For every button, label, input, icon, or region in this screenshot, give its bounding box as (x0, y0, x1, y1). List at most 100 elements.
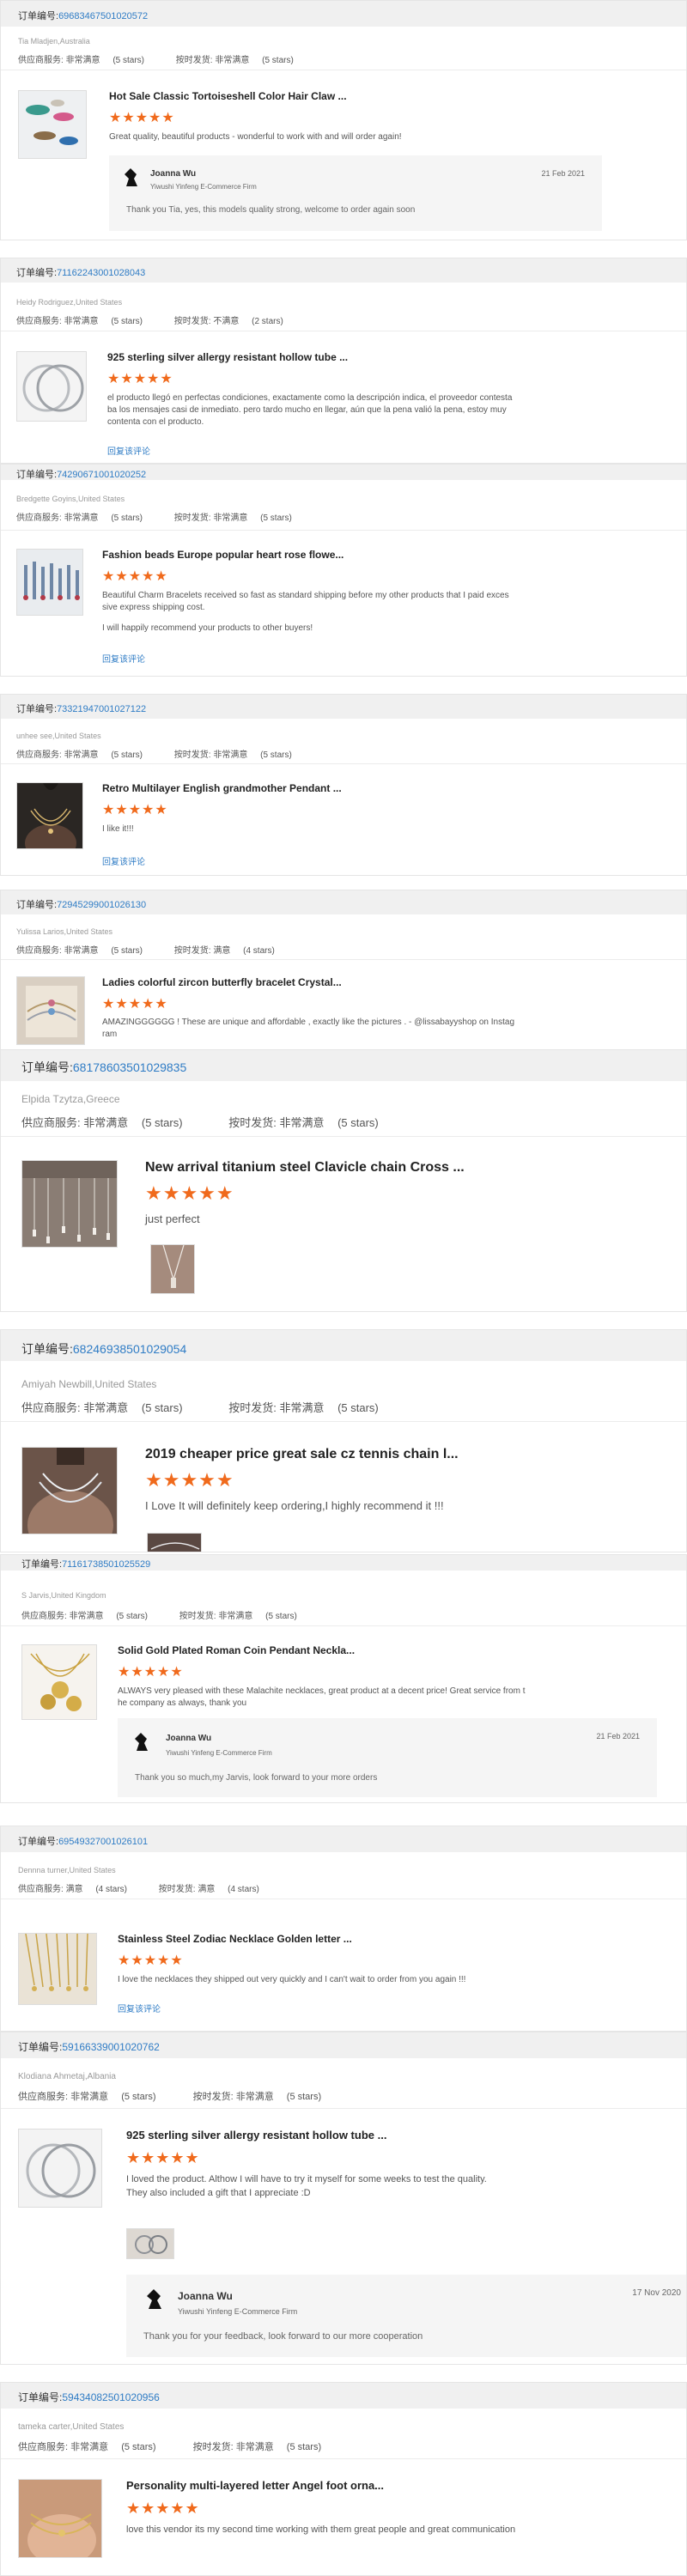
product-title[interactable]: 2019 cheaper price great sale cz tennis … (145, 1447, 459, 1462)
shipping-stars: (5 stars) (337, 1116, 379, 1129)
review-photo[interactable] (126, 2228, 174, 2259)
shipping-value: 非常满意 (215, 56, 250, 65)
review-text-line-2: ba los mensajes casi de inmediato. pero … (107, 405, 507, 415)
reply-date: 17 Nov 2020 (632, 2288, 681, 2298)
charm-bracelets-image (17, 550, 82, 615)
product-thumbnail[interactable] (16, 351, 87, 422)
seller-name: Joanna Wu (150, 169, 197, 179)
review-text: I Love It will definitely keep ordering,… (145, 1499, 444, 1512)
order-number-label: 订单编号: (16, 470, 58, 480)
order-number-link[interactable]: 73321947001027122 (57, 704, 146, 714)
product-thumbnail[interactable] (21, 1160, 118, 1248)
review-text: I like it!!! (102, 824, 134, 834)
service-label: 供应商服务: (21, 1612, 67, 1621)
reply-review-link[interactable]: 回复该评论 (102, 652, 145, 665)
review-photo-image (127, 2229, 173, 2258)
review-text-line-1: I loved the product. Althow I will have … (126, 2174, 487, 2184)
order-number-link[interactable]: 71161738501025529 (62, 1559, 150, 1570)
reply-review-link[interactable]: 回复该评论 (102, 854, 145, 867)
shipping-stars: (5 stars) (260, 750, 292, 760)
order-number-link[interactable]: 68178603501029835 (73, 1060, 186, 1074)
product-title[interactable]: Ladies colorful zircon butterfly bracele… (102, 976, 342, 988)
product-thumbnail[interactable] (21, 1447, 118, 1534)
order-number-label: 订单编号: (16, 268, 58, 278)
service-value: 非常满意 (69, 1612, 104, 1621)
product-thumbnail[interactable] (18, 2129, 102, 2208)
product-thumbnail[interactable] (18, 2479, 102, 2558)
shipping-stars: (4 stars) (243, 946, 275, 956)
order-number-link[interactable]: 69683467501020572 (58, 11, 148, 21)
order-number-link[interactable]: 59434082501020956 (62, 2391, 159, 2403)
shipping-stars: (5 stars) (262, 56, 294, 65)
service-label: 供应商服务: (16, 946, 62, 956)
order-number-link[interactable]: 74290671001020252 (57, 470, 146, 480)
order-number-label: 订单编号: (16, 900, 58, 910)
product-title[interactable]: New arrival titanium steel Clavicle chai… (145, 1160, 465, 1176)
product-title[interactable]: Retro Multilayer English grandmother Pen… (102, 782, 342, 794)
review-stars: ★★★★★ (109, 111, 175, 125)
shipping-stars: (5 stars) (265, 1612, 297, 1621)
shipping-label: 按时发货: (228, 1401, 277, 1414)
review-stars: ★★★★★ (126, 2149, 200, 2166)
order-number: 订单编号:69683467501020572 (18, 9, 148, 22)
review-stars: ★★★★★ (145, 1469, 234, 1491)
seller-logo-icon (123, 167, 138, 192)
order-number-link[interactable]: 72945299001026130 (57, 900, 146, 910)
shipping-value: 不满意 (213, 317, 240, 326)
review-stars: ★★★★★ (118, 1665, 184, 1680)
order-number-link[interactable]: 69549327001026101 (58, 1837, 148, 1847)
review-text-line-2: They also included a gift that I appreci… (126, 2188, 311, 2198)
product-title[interactable]: Personality multi-layered letter Angel f… (126, 2479, 384, 2492)
review-stars: ★★★★★ (145, 1182, 234, 1204)
service-stars: (5 stars) (116, 1612, 149, 1621)
service-stars: (5 stars) (121, 2092, 156, 2102)
service-label: 供应商服务: (16, 317, 62, 326)
product-title[interactable]: Fashion beads Europe popular heart rose … (102, 549, 344, 561)
rating-summary: 供应商服务: 非常满意 (5 stars) 按时发货: 非常满意 (5 star… (18, 2439, 321, 2453)
service-value: 非常满意 (64, 317, 99, 326)
product-thumbnail[interactable] (18, 1933, 97, 2005)
review-stars: ★★★★★ (102, 997, 168, 1012)
product-thumbnail[interactable] (16, 782, 83, 849)
order-number-link[interactable]: 68246938501029054 (73, 1342, 186, 1356)
product-thumbnail[interactable] (21, 1644, 97, 1720)
order-number: 订单编号:71161738501025529 (21, 1557, 150, 1571)
seller-reply: Joanna Wu Yiwushi Yinfeng E-Commerce Fir… (109, 155, 602, 231)
service-label: 供应商服务: (16, 750, 62, 760)
product-thumbnail[interactable] (18, 90, 87, 159)
divider (1, 1136, 686, 1137)
product-title[interactable]: Stainless Steel Zodiac Necklace Golden l… (118, 1933, 352, 1945)
buyer-name: Yulissa Larios,United States (16, 927, 113, 936)
product-title[interactable]: 925 sterling silver allergy resistant ho… (126, 2129, 386, 2142)
service-value: 非常满意 (70, 2092, 109, 2102)
shipping-label: 按时发货: (179, 1612, 216, 1621)
order-number-label: 订单编号: (18, 2041, 63, 2053)
service-stars: (5 stars) (141, 1116, 183, 1129)
reply-review-link[interactable]: 回复该评论 (107, 444, 150, 457)
product-title[interactable]: Solid Gold Plated Roman Coin Pendant Nec… (118, 1644, 355, 1656)
reply-review-link[interactable]: 回复该评论 (118, 2002, 161, 2014)
seller-logo-icon (133, 1732, 149, 1757)
service-label: 供应商服务: (21, 1116, 81, 1129)
shipping-stars: (5 stars) (337, 1401, 379, 1414)
product-thumbnail[interactable] (16, 549, 83, 616)
order-number-link[interactable]: 71162243001028043 (57, 268, 145, 278)
order-card: 订单编号:59166339001020762 Klodiana Ahmetaj,… (0, 2032, 687, 2365)
product-thumbnail[interactable] (16, 976, 85, 1045)
service-value: 满意 (65, 1885, 83, 1894)
service-label: 供应商服务: (21, 1401, 81, 1414)
product-title[interactable]: Hot Sale Classic Tortoiseshell Color Hai… (109, 90, 347, 102)
service-label: 供应商服务: (18, 1885, 64, 1894)
order-number-link[interactable]: 59166339001020762 (62, 2041, 159, 2053)
shipping-label: 按时发货: (173, 513, 211, 523)
review-photo[interactable] (150, 1244, 195, 1294)
order-number: 订单编号:68246938501029054 (21, 1340, 186, 1358)
shipping-value: 非常满意 (279, 1401, 325, 1414)
service-stars: (5 stars) (141, 1401, 183, 1414)
product-title[interactable]: 925 sterling silver allergy resistant ho… (107, 351, 348, 363)
divider (1, 1625, 686, 1626)
review-photo[interactable] (147, 1533, 202, 1552)
service-value: 非常满意 (64, 946, 99, 956)
shipping-label: 按时发货: (173, 750, 211, 760)
shipping-stars: (5 stars) (286, 2092, 322, 2102)
